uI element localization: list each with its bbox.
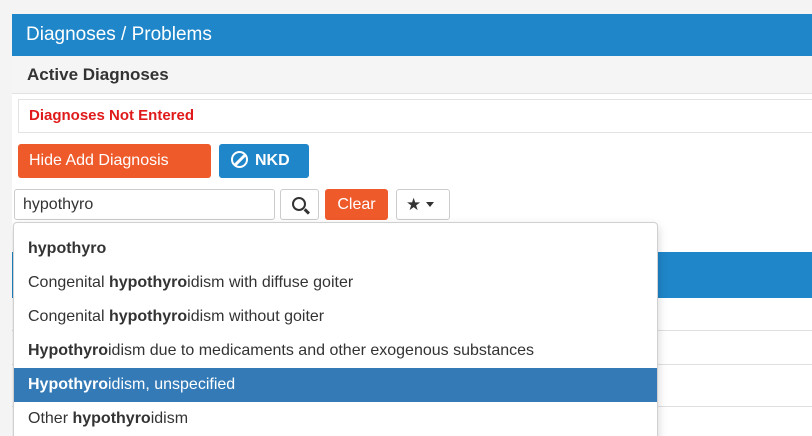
hide-add-diagnosis-button[interactable]: Hide Add Diagnosis — [18, 144, 211, 178]
search-icon — [292, 197, 306, 211]
suggestion-item[interactable]: Congenital hypothyroidism without goiter — [14, 300, 657, 334]
search-button[interactable] — [280, 189, 319, 220]
suggestion-item[interactable]: Other hypothyroidism — [14, 402, 657, 436]
favorites-dropdown-button[interactable]: ★ — [396, 189, 450, 220]
search-suggestions-dropdown: hypothyro Congenital hypothyroidism with… — [13, 222, 658, 436]
star-icon: ★ — [406, 195, 422, 214]
suggestion-item[interactable]: hypothyro — [14, 232, 657, 266]
diagnosis-search-input[interactable] — [14, 189, 275, 220]
panel-title: Diagnoses / Problems — [12, 14, 812, 56]
suggestion-item[interactable]: Hypothyroidism, unspecified — [14, 368, 657, 402]
nkd-button[interactable]: NKD — [219, 144, 309, 178]
caret-down-icon — [426, 202, 435, 207]
clear-button[interactable]: Clear — [325, 189, 388, 220]
ban-icon — [231, 151, 248, 168]
empty-message: Diagnoses Not Entered — [18, 99, 812, 133]
suggestion-item[interactable]: Congenital hypothyroidism with diffuse g… — [14, 266, 657, 300]
suggestion-item[interactable]: Hypothyroidism due to medicaments and ot… — [14, 334, 657, 368]
nkd-label: NKD — [255, 152, 290, 169]
diagnoses-panel: Diagnoses / Problems Active Diagnoses Di… — [12, 14, 812, 436]
section-title: Active Diagnoses — [12, 56, 812, 94]
